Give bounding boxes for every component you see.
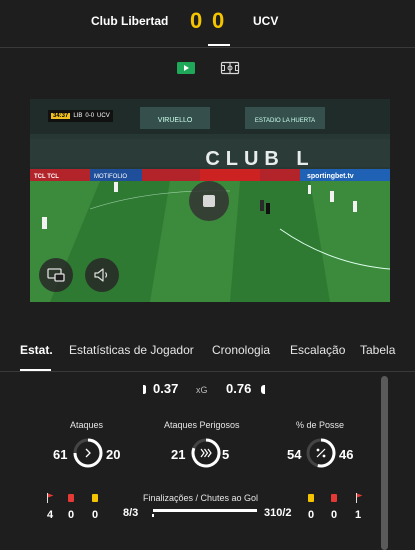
home-corners: 4 <box>47 509 54 521</box>
home-yellow-cards: 0 <box>92 509 99 521</box>
ad-board-home: TCL TCL <box>34 174 59 180</box>
away-yellow-cards: 0 <box>308 509 315 521</box>
xg-away-marker <box>261 385 265 394</box>
yellow-card-icon <box>308 494 314 502</box>
pitch-icon <box>220 61 240 75</box>
play-video-icon <box>177 62 195 74</box>
attacks-gauge <box>73 438 103 468</box>
stadium-lettering: CLUB L <box>205 148 314 170</box>
finishes-bar <box>153 509 257 512</box>
score-underline <box>208 44 230 46</box>
tab-estat[interactable]: Estat. <box>20 343 53 357</box>
stats-scrollbar[interactable] <box>381 376 388 550</box>
stop-button[interactable] <box>189 181 229 221</box>
stats-tabs: Estat. Estatísticas de Jogador Cronologi… <box>0 338 415 372</box>
video-view-button[interactable] <box>176 60 196 76</box>
stat-home-possession: 54 <box>287 447 302 462</box>
stat-home-attacks: 61 <box>53 447 68 462</box>
broadcast-away: UCV <box>97 113 110 119</box>
stat-away-attacks: 20 <box>106 447 121 462</box>
ad-board-mid: MOTIFOLIO <box>94 174 127 180</box>
pitch-view-button[interactable] <box>220 60 240 76</box>
dangerous-attacks-gauge <box>191 438 221 468</box>
triple-chevron-icon <box>200 448 212 458</box>
match-header: Club Libertad 0 0 UCV <box>0 0 415 48</box>
volume-button[interactable] <box>85 258 119 292</box>
away-red-cards: 0 <box>331 509 338 521</box>
finishes-home: 8/3 <box>123 507 139 519</box>
xg-away-value: 0.76 <box>226 381 252 396</box>
away-corners: 1 <box>355 509 362 521</box>
picture-in-picture-button[interactable] <box>39 258 73 292</box>
chevron-right-icon <box>85 448 91 458</box>
stat-away-dangerous-attacks: 5 <box>222 447 230 462</box>
stadium-sign-right: ESTADIO LA HUERTA <box>255 118 315 124</box>
corner-flag-icon <box>47 493 54 503</box>
video-player[interactable]: VIRUELLO ESTADIO LA HUERTA CLUB L TCL TC… <box>30 99 390 302</box>
broadcast-home: LIB <box>73 113 83 119</box>
possession-gauge <box>306 438 336 468</box>
stat-label-possession: % de Posse <box>296 420 345 430</box>
broadcast-scoreboard: 34:37 LIB 0-0 UCV <box>48 110 113 122</box>
finishes-label: Finalizações / Chutes ao Gol <box>143 493 259 503</box>
stat-label-dangerous-attacks: Ataques Perigosos <box>164 420 240 430</box>
away-team-name[interactable]: UCV <box>253 14 278 28</box>
broadcast-score: 0-0 <box>85 113 95 119</box>
picture-in-picture-icon <box>47 268 65 282</box>
tab-table[interactable]: Tabela <box>360 343 395 357</box>
xg-home-marker <box>143 385 146 394</box>
tab-timeline[interactable]: Cronologia <box>212 343 270 357</box>
volume-icon <box>94 268 108 282</box>
stat-home-dangerous-attacks: 21 <box>171 447 186 462</box>
ad-board-right: sportingbet.tv <box>307 173 354 180</box>
yellow-card-icon <box>92 494 98 502</box>
corner-flag-icon <box>356 493 363 503</box>
red-card-icon <box>331 494 337 502</box>
home-score: 0 <box>190 8 203 33</box>
stat-label-attacks: Ataques <box>70 420 104 430</box>
tab-lineup[interactable]: Escalação <box>290 343 345 357</box>
broadcast-clock: 34:37 <box>51 113 71 119</box>
stat-away-possession: 46 <box>339 447 354 462</box>
home-red-cards: 0 <box>68 509 75 521</box>
xg-home-value: 0.37 <box>153 381 179 396</box>
away-score: 0 <box>212 8 225 33</box>
finishes-bar-home-marker <box>152 514 154 517</box>
home-team-name[interactable]: Club Libertad <box>91 14 168 28</box>
xg-label: xG <box>196 385 208 395</box>
percent-icon <box>316 448 326 458</box>
tab-player-stats[interactable]: Estatísticas de Jogador <box>69 343 194 357</box>
finishes-away: 310/2 <box>264 507 292 519</box>
stop-icon <box>203 195 215 207</box>
active-tab-indicator <box>20 369 51 371</box>
stadium-sign-left: VIRUELLO <box>158 117 193 124</box>
red-card-icon <box>68 494 74 502</box>
